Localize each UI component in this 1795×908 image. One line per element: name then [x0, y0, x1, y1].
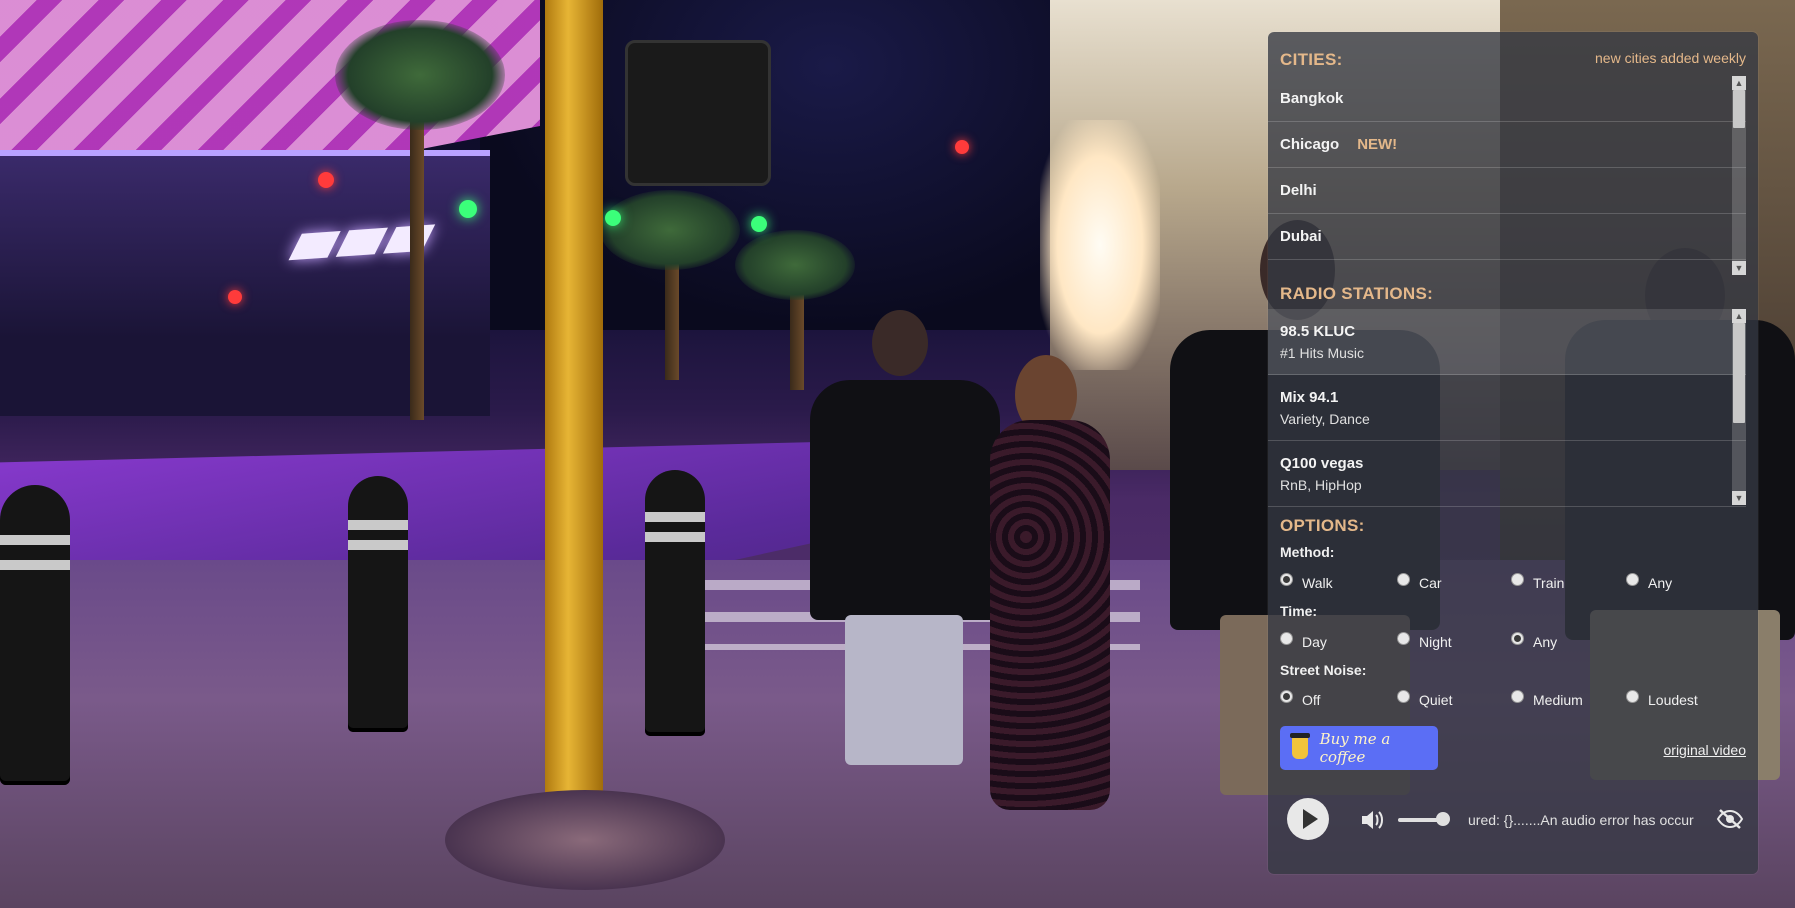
time-any-option[interactable]: Any [1511, 631, 1558, 650]
play-icon[interactable] [1287, 798, 1329, 840]
traffic-pole-base [445, 790, 725, 890]
station-name: Mix 94.1 [1280, 389, 1339, 406]
time-day-option[interactable]: Day [1280, 631, 1327, 650]
volume-icon[interactable] [1360, 808, 1386, 832]
radio-button[interactable] [1397, 689, 1410, 703]
red-traffic-light [228, 290, 242, 304]
coffee-cup-icon [1290, 733, 1310, 759]
cities-scroll-thumb[interactable] [1733, 90, 1745, 128]
scroll-up-arrow-icon[interactable]: ▲ [1732, 309, 1746, 323]
red-traffic-light [318, 172, 334, 188]
audio-error-message: ured: {}.......An audio error has occur [1468, 812, 1694, 828]
cities-title: CITIES: [1280, 50, 1343, 69]
noise-loudest-option[interactable]: Loudest [1626, 689, 1698, 708]
time-label: Time: [1280, 603, 1318, 619]
noise-off-option[interactable]: Off [1280, 689, 1321, 708]
city-name: Chicago [1280, 136, 1340, 153]
original-video-link[interactable]: original video [1664, 742, 1747, 758]
radio-button[interactable] [1280, 689, 1293, 703]
option-label: Quiet [1419, 692, 1453, 708]
palm-fronds [735, 230, 855, 300]
station-name: 98.5 KLUC [1280, 323, 1356, 340]
volume-slider-handle[interactable] [1436, 812, 1451, 826]
bollard [0, 485, 70, 785]
radio-button[interactable] [1280, 631, 1293, 645]
city-name: Bangkok [1280, 90, 1344, 107]
option-label: Train [1533, 575, 1565, 591]
radio-button[interactable] [1511, 572, 1524, 586]
option-label: Medium [1533, 692, 1583, 708]
time-options: Day Night Any [1280, 631, 1750, 656]
noise-quiet-option[interactable]: Quiet [1397, 689, 1453, 708]
city-item-delhi[interactable]: Delhi [1268, 168, 1746, 214]
green-traffic-light [605, 210, 621, 226]
option-label: Car [1419, 575, 1442, 591]
radio-scrollbar[interactable]: ▲ ▼ [1732, 309, 1746, 505]
radio-button[interactable] [1626, 689, 1639, 703]
radio-button[interactable] [1397, 572, 1410, 586]
noise-medium-option[interactable]: Medium [1511, 689, 1583, 708]
bright-facade-glow [1040, 120, 1160, 370]
control-panel: CITIES: new cities added weekly Bangkok … [1268, 32, 1758, 874]
city-name: Delhi [1280, 182, 1317, 199]
method-label: Method: [1280, 544, 1335, 560]
scroll-up-arrow-icon[interactable]: ▲ [1732, 76, 1746, 90]
city-item-chicago[interactable]: Chicago NEW! [1268, 122, 1746, 168]
radio-scroll-thumb[interactable] [1733, 323, 1745, 423]
pedestrian-signal-box [625, 40, 771, 186]
station-genre: Variety, Dance [1280, 411, 1370, 427]
street-noise-options: Off Quiet Medium Loudest [1280, 689, 1750, 714]
palm-fronds [600, 190, 740, 270]
green-traffic-light [751, 216, 767, 232]
city-name: Dubai [1280, 228, 1322, 245]
radio-station-item[interactable]: Mix 94.1 Variety, Dance [1268, 375, 1746, 441]
red-traffic-light [955, 140, 969, 154]
radio-station-list: 98.5 KLUC #1 Hits Music Mix 94.1 Variety… [1268, 309, 1746, 509]
method-walk-option[interactable]: Walk [1280, 572, 1333, 591]
new-badge: NEW! [1357, 136, 1398, 153]
coffee-button-label: Buy me a coffee [1319, 730, 1391, 766]
option-label: Walk [1302, 575, 1333, 591]
method-car-option[interactable]: Car [1397, 572, 1442, 591]
method-options: Walk Car Train Any [1280, 572, 1750, 597]
options-title: OPTIONS: [1280, 516, 1365, 535]
scroll-down-arrow-icon[interactable]: ▼ [1732, 491, 1746, 505]
bollard [348, 476, 408, 732]
option-label: Night [1419, 634, 1452, 650]
scroll-down-arrow-icon[interactable]: ▼ [1732, 261, 1746, 275]
radio-button[interactable] [1511, 631, 1524, 645]
radio-station-item[interactable]: 98.5 KLUC #1 Hits Music [1268, 309, 1746, 375]
city-item-bangkok[interactable]: Bangkok [1268, 76, 1746, 122]
street-noise-label: Street Noise: [1280, 662, 1367, 678]
radio-title: RADIO STATIONS: [1280, 284, 1434, 303]
new-cities-note: new cities added weekly [1595, 50, 1746, 66]
option-label: Off [1302, 692, 1321, 708]
traffic-pole [545, 0, 603, 800]
option-label: Any [1533, 634, 1558, 650]
radio-button[interactable] [1397, 631, 1410, 645]
cities-scrollbar[interactable]: ▲ ▼ [1732, 76, 1746, 275]
method-any-option[interactable]: Any [1626, 572, 1673, 591]
green-traffic-light [459, 200, 477, 218]
station-genre: RnB, HipHop [1280, 477, 1362, 493]
audio-player: ured: {}.......An audio error has occur [1268, 798, 1758, 858]
option-label: Any [1648, 575, 1673, 591]
option-label: Loudest [1648, 692, 1698, 708]
radio-button[interactable] [1626, 572, 1639, 586]
city-item-dubai[interactable]: Dubai [1268, 214, 1746, 260]
cities-list: Bangkok Chicago NEW! Delhi Dubai [1268, 76, 1746, 304]
palm-fronds [335, 20, 505, 130]
station-genre: #1 Hits Music [1280, 345, 1365, 361]
option-label: Day [1302, 634, 1327, 650]
eye-slash-icon[interactable] [1716, 808, 1744, 830]
buy-me-a-coffee-button[interactable]: Buy me a coffee [1280, 726, 1438, 770]
radio-station-item[interactable]: Q100 vegas RnB, HipHop [1268, 441, 1746, 507]
bollard [645, 470, 705, 736]
time-night-option[interactable]: Night [1397, 631, 1452, 650]
method-train-option[interactable]: Train [1511, 572, 1565, 591]
radio-button[interactable] [1511, 689, 1524, 703]
radio-button[interactable] [1280, 572, 1293, 586]
station-name: Q100 vegas [1280, 455, 1364, 472]
